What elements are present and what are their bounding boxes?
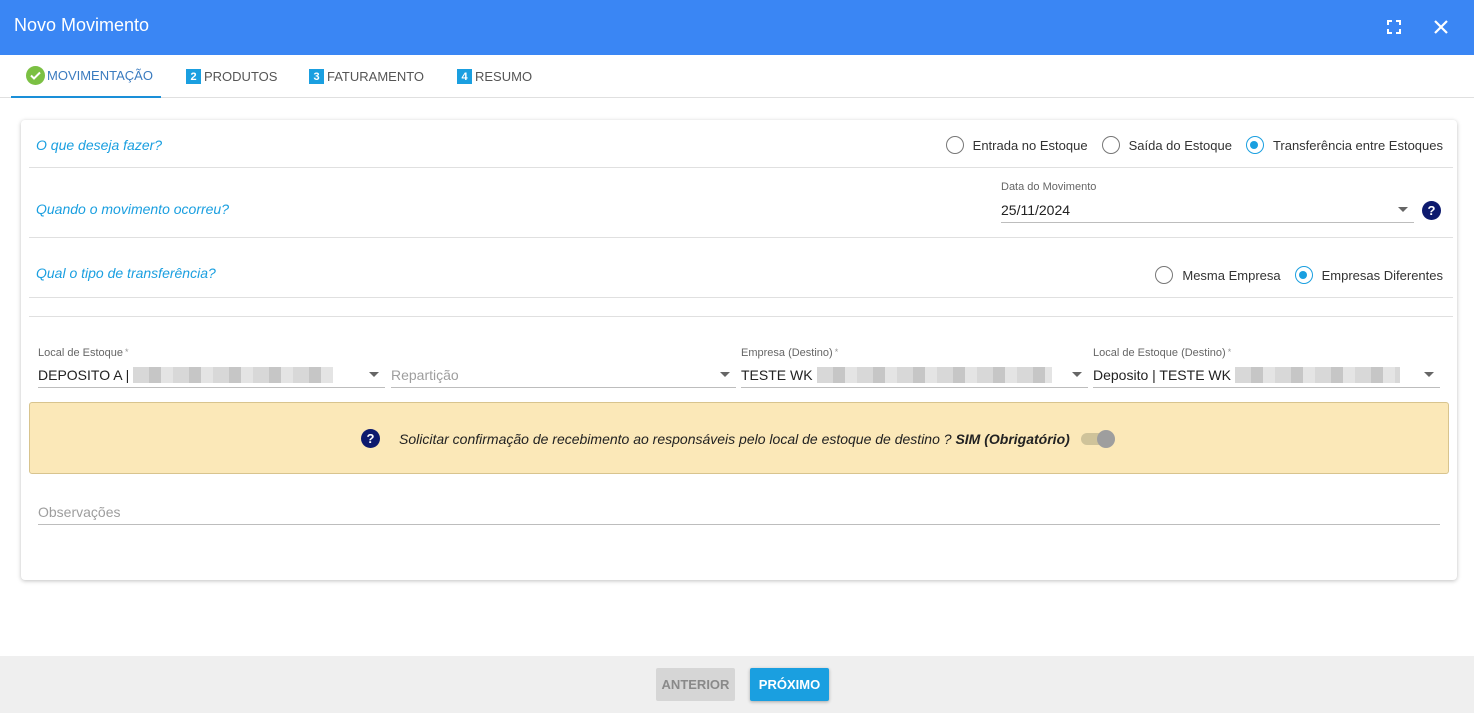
close-icon[interactable] [1428,14,1454,40]
chevron-down-icon[interactable] [369,372,379,377]
question-what: O que deseja fazer? [36,137,163,153]
local-destino-value: Deposito | TESTE WK [1093,366,1231,383]
divider [29,167,1453,168]
divider [29,316,1453,317]
wizard-tabs: MOVIMENTAÇÃO 2 PRODUTOS 3 FATURAMENTO 4 … [0,55,1474,98]
observacoes-placeholder: Observações [38,503,121,520]
redacted-text [816,366,1052,383]
date-value: 25/11/2024 [1001,201,1071,218]
notice-text: Solicitar confirmação de recebimento ao … [399,431,1070,447]
date-field[interactable]: 25/11/2024 [1001,197,1414,223]
divider [29,237,1453,238]
radio-label: Empresas Diferentes [1321,267,1443,283]
radio-circle[interactable] [1294,266,1313,284]
chevron-down-icon[interactable] [1424,372,1434,377]
divider [29,297,1453,298]
anterior-button[interactable]: ANTERIOR [656,668,735,701]
tab-produtos[interactable]: 2 PRODUTOS [186,55,277,98]
confirmation-notice: ? Solicitar confirmação de recebimento a… [29,402,1449,474]
dialog-header: Novo Movimento [0,0,1474,55]
toggle-knob[interactable] [1097,430,1115,448]
observacoes-input[interactable]: Observações [38,499,1440,525]
step-badge: 2 [186,69,201,84]
reparticao-placeholder: Repartição [391,366,459,383]
radio-mesma-empresa[interactable]: Mesma Empresa [1155,266,1281,284]
help-icon[interactable]: ? [361,429,380,448]
radio-circle[interactable] [1155,266,1174,284]
proximo-button[interactable]: PRÓXIMO [750,668,829,701]
tab-resumo[interactable]: 4 RESUMO [457,55,532,98]
fullscreen-icon[interactable] [1381,14,1407,40]
radio-empresas-diferentes[interactable]: Empresas Diferentes [1294,266,1443,284]
question-when: Quando o movimento ocorreu? [36,201,229,217]
help-icon[interactable]: ? [1422,201,1441,220]
local-estoque-select[interactable]: DEPOSITO A | [38,362,385,388]
local-destino-label: Local de Estoque (Destino) * [1093,347,1232,359]
radio-label: Mesma Empresa [1182,267,1281,283]
tab-label: MOVIMENTAÇÃO [47,68,153,83]
movement-type-group: Entrada no Estoque Saída do Estoque Tran… [932,136,1443,154]
tab-faturamento[interactable]: 3 FATURAMENTO [309,55,424,98]
empresa-destino-select[interactable]: TESTE WK [741,362,1088,388]
date-label: Data do Movimento [1001,181,1097,193]
radio-circle[interactable] [1101,136,1120,154]
radio-entrada[interactable]: Entrada no Estoque [945,136,1088,154]
check-circle-icon [26,66,45,85]
dialog-title: Novo Movimento [14,15,150,35]
local-destino-select[interactable]: Deposito | TESTE WK [1093,362,1440,388]
chevron-down-icon[interactable] [720,372,730,377]
tab-movimentacao[interactable]: MOVIMENTAÇÃO [11,55,161,98]
radio-saida[interactable]: Saída do Estoque [1101,136,1232,154]
local-estoque-value: DEPOSITO A | [38,366,130,383]
reparticao-select[interactable]: Repartição [391,362,736,388]
transfer-type-group: Mesma Empresa Empresas Diferentes [1141,266,1443,284]
form-card: O que deseja fazer? Entrada no Estoque S… [21,120,1457,580]
chevron-down-icon[interactable] [1072,372,1082,377]
tab-label: PRODUTOS [204,69,278,84]
radio-label: Saída do Estoque [1128,137,1232,153]
radio-transferencia[interactable]: Transferência entre Estoques [1245,136,1443,154]
redacted-text [1234,366,1400,383]
question-transfer-type: Qual o tipo de transferência? [36,265,216,281]
local-estoque-label: Local de Estoque * [38,347,129,359]
radio-circle[interactable] [1245,136,1264,154]
step-badge: 4 [457,69,472,84]
confirmation-toggle[interactable] [1081,430,1115,448]
chevron-down-icon[interactable] [1398,207,1408,212]
tab-label: RESUMO [475,69,533,84]
radio-label: Transferência entre Estoques [1272,137,1443,153]
empresa-destino-label: Empresa (Destino) * [741,347,839,359]
tab-label: FATURAMENTO [327,69,425,84]
dialog-footer: ANTERIOR PRÓXIMO [0,656,1474,713]
step-badge: 3 [309,69,324,84]
radio-label: Entrada no Estoque [972,137,1088,153]
notice-question: Solicitar confirmação de recebimento ao … [399,431,952,447]
notice-emphasis: SIM (Obrigatório) [955,431,1070,447]
radio-circle[interactable] [945,136,964,154]
redacted-text [133,366,334,383]
empresa-destino-value: TESTE WK [741,366,813,383]
